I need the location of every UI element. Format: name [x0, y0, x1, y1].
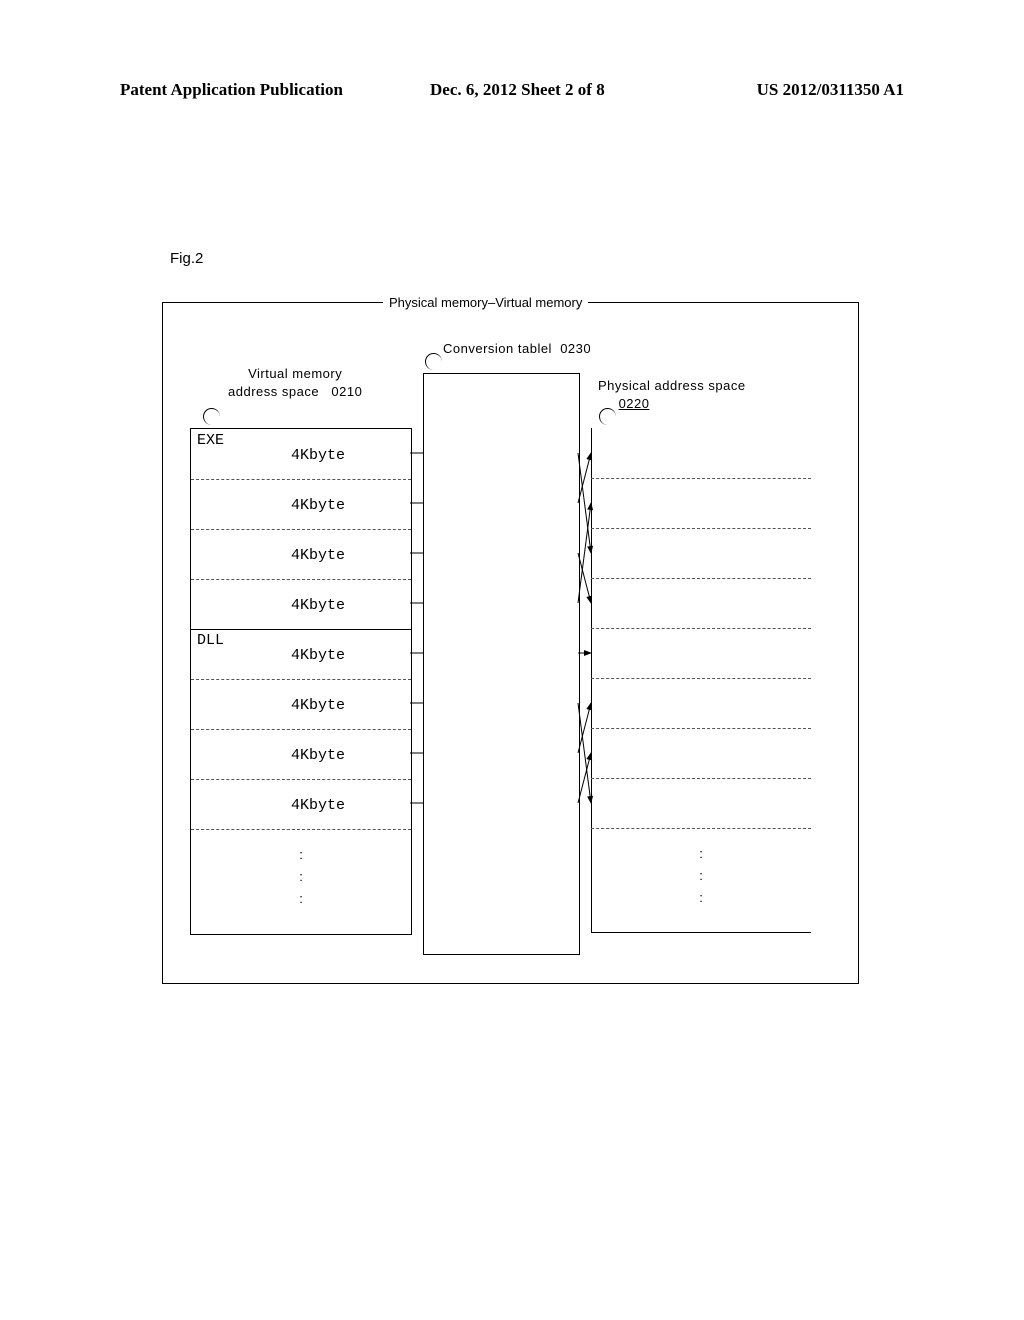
diagram-frame: Physical memory–Virtual memory Conversio… [162, 302, 859, 984]
row-divider [191, 729, 411, 730]
conversion-table-text: Conversion tablel [443, 341, 552, 356]
segment-size: 4Kbyte [291, 747, 345, 764]
leader-arc-icon [599, 408, 616, 425]
ellipsis-icon: ::: [291, 844, 311, 910]
conversion-table-ref: 0230 [560, 341, 591, 356]
row-divider [191, 779, 411, 780]
virtual-memory-label: Virtual memory address space 0210 [228, 365, 362, 401]
figure-label: Fig.2 [170, 250, 203, 267]
segment-size: 4Kbyte [291, 547, 345, 564]
header-mid: Dec. 6, 2012 Sheet 2 of 8 [430, 80, 605, 100]
frame-title: Physical memory–Virtual memory [383, 295, 588, 310]
ellipsis-icon: ::: [691, 843, 711, 909]
segment-size: 4Kbyte [291, 647, 345, 664]
conversion-table-box [423, 373, 580, 955]
conversion-table-label: Conversion tablel 0230 [443, 341, 591, 356]
box-border [591, 428, 592, 933]
segment-tag: DLL [197, 632, 224, 649]
row-divider [191, 829, 411, 830]
row-divider [591, 828, 811, 829]
row-divider [191, 679, 411, 680]
row-divider [591, 778, 811, 779]
row-divider [591, 678, 811, 679]
virtual-memory-ref: 0210 [331, 384, 362, 399]
physical-memory-ref: 0220 [619, 396, 650, 411]
physical-memory-label: Physical address space 0220 [598, 377, 746, 413]
row-divider [191, 479, 411, 480]
box-border [591, 932, 811, 933]
segment-size: 4Kbyte [291, 447, 345, 464]
virtual-memory-line2: address space [228, 384, 319, 399]
header-left: Patent Application Publication [120, 80, 343, 100]
row-divider [591, 528, 811, 529]
segment-size: 4Kbyte [291, 597, 345, 614]
row-divider [591, 478, 811, 479]
row-divider [191, 629, 411, 630]
segment-size: 4Kbyte [291, 697, 345, 714]
physical-memory-box: ::: [591, 428, 811, 933]
segment-size: 4Kbyte [291, 797, 345, 814]
virtual-memory-box: EXE 4Kbyte 4Kbyte 4Kbyte 4Kbyte DLL 4Kbyte 4Kby… [190, 428, 412, 935]
leader-arc-icon [203, 408, 220, 425]
physical-memory-line1: Physical address space [598, 378, 746, 393]
row-divider [191, 579, 411, 580]
segment-size: 4Kbyte [291, 497, 345, 514]
row-divider [591, 728, 811, 729]
segment-tag: EXE [197, 432, 224, 449]
header-right: US 2012/0311350 A1 [757, 80, 904, 100]
row-divider [591, 628, 811, 629]
virtual-memory-line1: Virtual memory [248, 366, 342, 381]
row-divider [591, 578, 811, 579]
leader-arc-icon [425, 353, 442, 370]
row-divider [191, 529, 411, 530]
